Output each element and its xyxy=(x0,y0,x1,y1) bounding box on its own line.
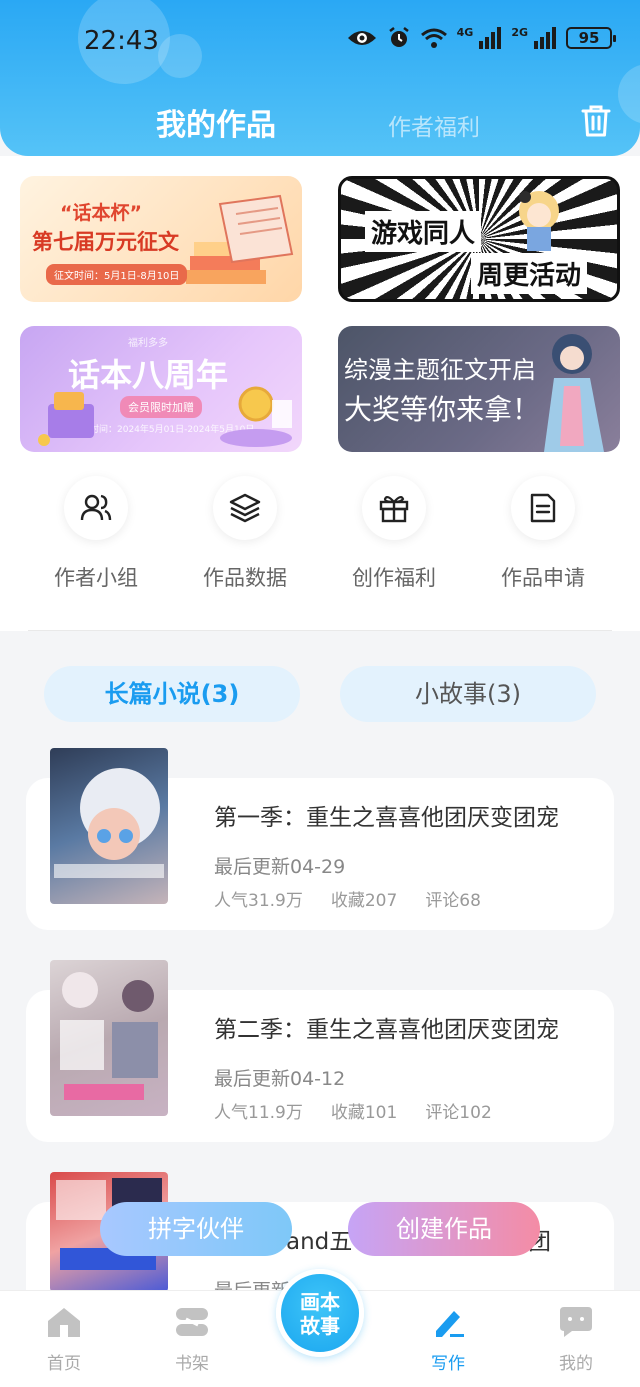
nav-shelf[interactable]: 书架 xyxy=(152,1305,232,1374)
quick-creation-benefits[interactable]: 创作福利 xyxy=(324,476,464,592)
quick-work-data[interactable]: 作品数据 xyxy=(175,476,315,592)
banner-game-fanfic[interactable]: 游戏同人 周更活动 xyxy=(338,176,620,302)
home-icon xyxy=(48,1308,80,1337)
anime-character-illustration xyxy=(519,191,559,251)
trash-icon[interactable] xyxy=(580,104,612,138)
signal-2g-icon xyxy=(534,27,556,49)
signal-4g-icon xyxy=(479,27,502,49)
wifi-icon xyxy=(420,28,447,48)
quick-creation-benefits-label: 创作福利 xyxy=(352,566,436,590)
quick-author-group[interactable]: 作者小组 xyxy=(26,476,166,592)
bottom-nav: 首页 书架 画本 故事 写作 我的 xyxy=(0,1269,640,1387)
tab-author-benefits[interactable]: 作者福利 xyxy=(388,108,480,142)
main-content: “话本杯” 第七届万元征文 征文时间：5月1日-8月10日 游戏同人 周更活动 … xyxy=(0,156,640,1312)
banner2-line1-box: 游戏同人 xyxy=(365,211,482,252)
quick-work-data-label: 作品数据 xyxy=(203,566,287,590)
tab-short-stories[interactable]: 小故事(3) xyxy=(340,666,596,722)
banner1-line1: “话本杯” xyxy=(60,202,142,224)
work-title-visible: and五 xyxy=(286,1229,353,1255)
document-icon xyxy=(511,476,575,540)
nav-mine-label: 我的 xyxy=(559,1354,593,1374)
nav-shelf-label: 书架 xyxy=(175,1354,209,1374)
tab-long-novels[interactable]: 长篇小说(3) xyxy=(44,666,300,722)
top-section: “话本杯” 第七届万元征文 征文时间：5月1日-8月10日 游戏同人 周更活动 … xyxy=(0,156,640,631)
nav-home-label: 首页 xyxy=(47,1354,81,1374)
banner2-line2: 周更活动 xyxy=(477,261,582,291)
eye-icon xyxy=(347,31,376,45)
work-favorites: 收藏101 xyxy=(330,1103,398,1123)
layers-icon xyxy=(213,476,277,540)
books-illustration xyxy=(186,194,294,284)
banner-anime-contest[interactable]: 综漫主题征文开启 大奖等你来拿！ xyxy=(338,326,620,452)
network-4g-label: 4G xyxy=(456,26,474,39)
chat-bubble-icon xyxy=(560,1307,592,1337)
users-icon xyxy=(64,476,128,540)
work-title-partial: and五 xyxy=(286,1222,352,1256)
decor-bubble xyxy=(618,64,640,124)
work-cover[interactable] xyxy=(50,960,168,1116)
nav-comic-story-button[interactable]: 画本 故事 xyxy=(276,1269,364,1357)
work-title: 第二季：重生之喜喜他团厌变团宠 xyxy=(214,1017,559,1043)
banner4-line1: 综漫主题征文开启 xyxy=(344,356,536,384)
work-popularity: 人气31.9万 xyxy=(214,891,303,911)
work-title: 第一季：重生之喜喜他团厌变团宠 xyxy=(214,805,559,831)
banner4-line2: 大奖等你来拿！ xyxy=(344,393,541,426)
battery-indicator: 95 xyxy=(566,27,616,49)
network-2g-label: 2G xyxy=(511,26,528,39)
nav-mine[interactable]: 我的 xyxy=(536,1305,616,1374)
partner-button[interactable]: 拼字伙伴 xyxy=(100,1202,292,1256)
banner1-line3: 征文时间：5月1日-8月10日 xyxy=(46,264,188,285)
banner3-line0: 福利多多 xyxy=(128,338,168,349)
pen-icon xyxy=(436,1311,464,1337)
nav-write-label: 写作 xyxy=(431,1354,465,1374)
nav-home[interactable]: 首页 xyxy=(24,1305,104,1374)
quick-work-apply-label: 作品申请 xyxy=(501,566,585,590)
bookshelf-icon xyxy=(176,1308,208,1336)
work-comments: 评论68 xyxy=(425,891,481,911)
gift-icon xyxy=(362,476,426,540)
center-line2: 故事 xyxy=(300,1314,340,1338)
banner2-line1: 游戏同人 xyxy=(371,219,476,249)
quick-author-group-label: 作者小组 xyxy=(54,566,138,590)
coin-illustration xyxy=(220,386,292,447)
banner2-line2-box: 周更活动 xyxy=(471,253,588,294)
banner3-line2: 会员限时加赠 xyxy=(120,396,202,418)
divider xyxy=(28,630,612,631)
status-bar-icons: 4G 2G 95 xyxy=(347,26,616,50)
work-comments: 评论102 xyxy=(425,1103,492,1123)
banner-anniversary[interactable]: 福利多多 话本八周年 会员限时加赠 时间：2024年5月01日-2024年5月1… xyxy=(20,326,302,452)
work-updated: 最后更新04-12 xyxy=(214,1068,346,1090)
cover-art-collage xyxy=(60,972,158,1100)
cover-art-sheep xyxy=(54,768,164,878)
header: 22:43 4G 2G 95 我的作品 作者福利 xyxy=(0,0,640,156)
work-cover[interactable] xyxy=(50,748,168,904)
alarm-icon xyxy=(388,27,409,47)
work-updated: 最后更新04-29 xyxy=(214,856,346,878)
work-popularity: 人气11.9万 xyxy=(214,1103,303,1123)
work-favorites: 收藏207 xyxy=(330,891,398,911)
banner1-line2: 第七届万元征文 xyxy=(32,230,179,254)
work-stats: 人气11.9万 收藏101 评论102 xyxy=(214,1098,492,1123)
banner-essay-contest[interactable]: “话本杯” 第七届万元征文 征文时间：5月1日-8月10日 xyxy=(20,176,302,302)
quick-work-apply[interactable]: 作品申请 xyxy=(473,476,613,592)
work-stats: 人气31.9万 收藏207 评论68 xyxy=(214,886,481,911)
tab-my-works[interactable]: 我的作品 xyxy=(156,100,276,144)
create-work-button[interactable]: 创建作品 xyxy=(348,1202,540,1256)
decor-bubble xyxy=(158,34,202,78)
gift-box-illustration xyxy=(38,392,94,446)
status-time: 22:43 xyxy=(84,26,159,56)
center-line1: 画本 xyxy=(300,1290,340,1314)
nav-write[interactable]: 写作 xyxy=(408,1305,488,1374)
